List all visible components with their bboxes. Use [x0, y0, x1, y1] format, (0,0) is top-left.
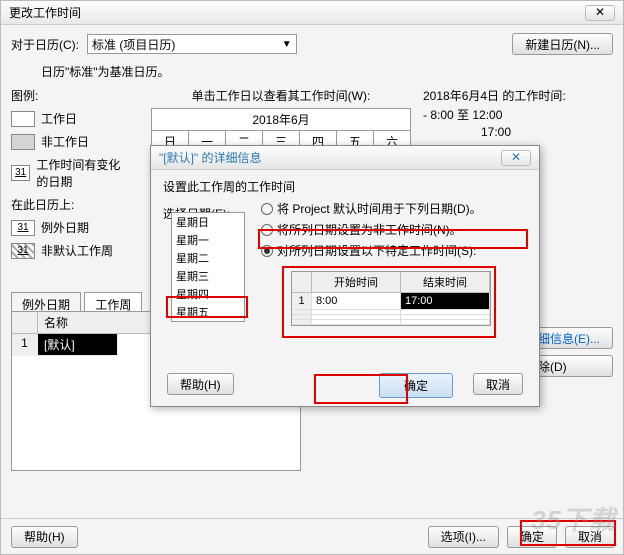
- main-title-text: 更改工作时间: [9, 1, 81, 25]
- details-titlebar: "[默认]" 的详细信息 ✕: [151, 146, 539, 170]
- radio-group: 将 Project 默认时间用于下列日期(D)。 将所列日期设置为非工作时间(N…: [261, 196, 482, 263]
- th-end: 结束时间: [401, 272, 490, 293]
- th-idx: [292, 272, 312, 293]
- wt-line2: 17:00: [481, 125, 511, 139]
- options-button[interactable]: 选项(I)...: [428, 526, 499, 548]
- legend-work-icon: [11, 111, 35, 127]
- calendar-row: 对于日历(C): 标准 (项目日历) ▼ 新建日历(N)...: [1, 25, 623, 63]
- modal-cancel-button[interactable]: 取消: [473, 373, 523, 395]
- day-4[interactable]: 星期四: [172, 285, 244, 303]
- main-titlebar: 更改工作时间 ✕: [1, 1, 623, 25]
- calendar-select[interactable]: 标准 (项目日历) ▼: [87, 34, 297, 54]
- calendar-hint: 单击工作日以查看其工作时间(W):: [151, 87, 411, 104]
- close-icon[interactable]: ✕: [585, 5, 615, 21]
- wt-title: 2018年6月4日 的工作时间:: [423, 87, 613, 104]
- day-6[interactable]: 星期六: [172, 321, 244, 322]
- legend-nondef-icon: 31: [11, 243, 35, 259]
- cancel-button[interactable]: 取消: [565, 526, 615, 548]
- day-2[interactable]: 星期二: [172, 249, 244, 267]
- time-row[interactable]: 1 8:00 17:00: [292, 293, 490, 310]
- help-button[interactable]: 帮助(H): [11, 526, 78, 548]
- details-title: "[默认]" 的详细信息: [159, 149, 262, 166]
- legend-edited-icon: 31: [11, 165, 30, 181]
- legend-onthis: 在此日历上:: [11, 196, 131, 213]
- details-dialog: "[默认]" 的详细信息 ✕ 设置此工作周的工作时间 选择日期(E): 星期日 …: [150, 145, 540, 407]
- details-close-icon[interactable]: ✕: [501, 150, 531, 166]
- day-list[interactable]: 星期日 星期一 星期二 星期三 星期四 星期五 星期六: [171, 212, 245, 322]
- legend: 图例: 工作日 非工作日 31工作时间有变化的日期 在此日历上: 31例外日期 …: [11, 87, 131, 265]
- legend-nondef: 非默认工作周: [41, 242, 113, 259]
- legend-work: 工作日: [41, 110, 77, 127]
- time-end[interactable]: 17:00: [401, 293, 490, 310]
- modal-buttons: 帮助(H) 确定 取消: [151, 373, 539, 398]
- bottom-bar: 帮助(H) 选项(I)... 确定 取消: [1, 518, 624, 554]
- chevron-down-icon: ▼: [282, 39, 292, 50]
- radio-icon: [261, 203, 273, 215]
- legend-exc-icon: 31: [11, 220, 35, 236]
- grid-name: [默认]: [38, 334, 118, 356]
- calendar-value: 标准 (项目日历): [92, 36, 175, 53]
- modal-ok-button[interactable]: 确定: [379, 373, 453, 398]
- radio-icon-checked: [261, 245, 273, 257]
- day-3[interactable]: 星期三: [172, 267, 244, 285]
- base-note: 日历"标准"为基准日历。: [1, 63, 623, 80]
- time-idx: 1: [292, 293, 312, 310]
- legend-title: 图例:: [11, 87, 131, 104]
- time-start[interactable]: 8:00: [312, 293, 401, 310]
- set-label: 设置此工作周的工作时间: [163, 178, 527, 195]
- legend-nonwork-icon: [11, 134, 35, 150]
- wt-line1: - 8:00 至 12:00: [423, 106, 502, 123]
- th-start: 开始时间: [312, 272, 401, 293]
- calendar-label: 对于日历(C):: [11, 36, 79, 53]
- grid-head-idx: [12, 312, 38, 333]
- radio-default[interactable]: 将 Project 默认时间用于下列日期(D)。: [261, 200, 482, 217]
- modal-help-button[interactable]: 帮助(H): [167, 373, 234, 395]
- radio-icon: [261, 224, 273, 236]
- time-table[interactable]: 开始时间 结束时间 1 8:00 17:00: [291, 271, 491, 326]
- legend-nonwork: 非工作日: [41, 133, 89, 150]
- legend-edited: 工作时间有变化的日期: [36, 156, 131, 190]
- radio-nonwork[interactable]: 将所列日期设置为非工作时间(N)。: [261, 221, 482, 238]
- day-1[interactable]: 星期一: [172, 231, 244, 249]
- calendar-area: 单击工作日以查看其工作时间(W): 2018年6月 日 一 二 三 四 五 六: [151, 87, 411, 153]
- grid-idx: 1: [12, 334, 38, 356]
- day-5[interactable]: 星期五: [172, 303, 244, 321]
- new-calendar-button[interactable]: 新建日历(N)...: [512, 33, 613, 55]
- radio-specific[interactable]: 对所列日期设置以下特定工作时间(S):: [261, 242, 482, 259]
- day-0[interactable]: 星期日: [172, 213, 244, 231]
- ok-button[interactable]: 确定: [507, 526, 557, 548]
- calendar-month: 2018年6月: [151, 108, 411, 130]
- legend-exc: 例外日期: [41, 219, 89, 236]
